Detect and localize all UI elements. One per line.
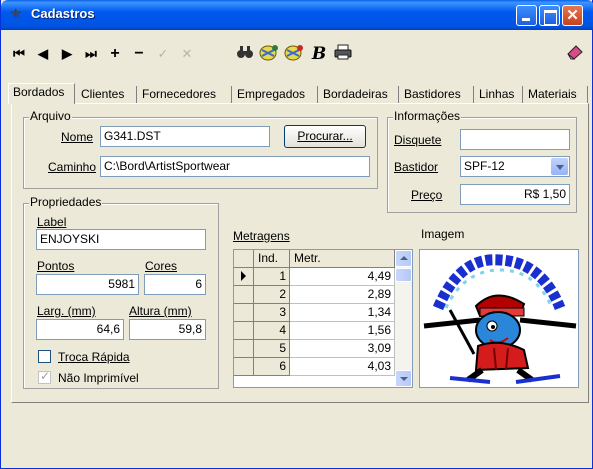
nome-field[interactable]: G341.DST (100, 126, 270, 147)
confirm-icon[interactable]: ✓ (153, 44, 173, 64)
table-row-ind[interactable]: 5 (254, 340, 290, 358)
close-icon: ✕ (566, 7, 579, 24)
disquete-label: Disquete (394, 133, 442, 147)
delete-icon[interactable]: − (129, 44, 149, 64)
disquete-field[interactable] (460, 129, 570, 150)
tab-materiais[interactable]: Materiais (524, 86, 588, 104)
toolbar: ⏮ ◀ ▶ ⏭ + − ✓ ✕ B (9, 44, 589, 66)
table-row-metr[interactable]: 1,34 (290, 304, 395, 322)
caminho-field[interactable]: C:\Bord\ArtistSportwear (100, 156, 370, 177)
cores-field[interactable]: 6 (144, 274, 206, 295)
tab-bordados[interactable]: Bordados (8, 83, 75, 104)
first-record-icon[interactable]: ⏮ (9, 44, 29, 64)
bastidor-combo[interactable]: SPF-12 (460, 156, 570, 177)
table-row-ind[interactable]: 4 (254, 322, 290, 340)
informacoes-legend: Informações (393, 109, 462, 123)
scroll-down-icon[interactable] (395, 370, 412, 387)
title-bar[interactable]: ⚜ Cadastros ✕ (1, 0, 593, 30)
maximize-button[interactable] (539, 5, 560, 26)
preco-field[interactable]: R$ 1,50 (460, 184, 570, 205)
row-header (234, 358, 254, 376)
window-title: Cadastros (31, 6, 95, 21)
embroidery-preview (419, 249, 579, 388)
altura-label: Altura (mm) (129, 304, 192, 318)
close-button[interactable]: ✕ (562, 5, 583, 26)
troca-rapida-label: Troca Rápida (58, 350, 130, 364)
arquivo-legend: Arquivo (29, 109, 72, 123)
eraser-icon[interactable] (565, 44, 585, 64)
tab-clientes[interactable]: Clientes (77, 86, 137, 104)
metr-header: Metr. (290, 250, 395, 268)
propriedades-legend: Propriedades (29, 195, 103, 209)
tab-fornecedores[interactable]: Fornecedores (138, 86, 232, 104)
table-row-metr[interactable]: 4,03 (290, 358, 395, 376)
table-row-metr[interactable]: 3,09 (290, 340, 395, 358)
add-icon[interactable]: + (105, 44, 125, 64)
cores-label: Cores (145, 259, 178, 273)
row-header (234, 286, 254, 304)
scroll-thumb[interactable] (395, 268, 412, 282)
troca-rapida-checkbox[interactable] (38, 350, 51, 363)
nao-imprimivel-checkbox[interactable]: ✓ (38, 369, 51, 384)
search-icon[interactable] (235, 44, 255, 64)
nome-label: Nome (61, 130, 94, 144)
table-row-ind[interactable]: 6 (254, 358, 290, 376)
chevron-down-icon[interactable] (551, 158, 568, 175)
check-icon: ✓ (40, 369, 51, 383)
bastidor-value: SPF-12 (464, 159, 505, 173)
ind-header: Ind. (254, 250, 290, 268)
grid-scrollbar[interactable] (395, 250, 412, 387)
table-row-ind[interactable]: 2 (254, 286, 290, 304)
scroll-up-icon[interactable] (395, 250, 412, 267)
caminho-label: Caminho (48, 160, 97, 174)
procurar-label: Procurar... (297, 129, 353, 143)
cancel-icon[interactable]: ✕ (177, 44, 197, 64)
tab-linhas[interactable]: Linhas (475, 86, 523, 104)
label-label: Label (37, 215, 67, 229)
bastidor-label: Bastidor (394, 160, 439, 174)
grid-corner (234, 250, 254, 268)
tab-bastidores[interactable]: Bastidores (400, 86, 474, 104)
imagem-title: Imagem (421, 227, 465, 241)
embroidery-preview-drawing (423, 254, 577, 384)
print-icon[interactable] (333, 44, 353, 64)
larg-label: Larg. (mm) (37, 304, 96, 318)
pontos-label: Pontos (37, 259, 75, 273)
minimize-button[interactable] (516, 5, 537, 26)
larg-field[interactable]: 64,6 (36, 319, 124, 340)
tab-strip: Bordados Clientes Fornecedores Empregado… (8, 83, 589, 104)
app-icon: ⚜ (9, 6, 23, 23)
row-header (234, 304, 254, 322)
current-row-indicator (234, 268, 254, 286)
table-row-ind[interactable]: 3 (254, 304, 290, 322)
preco-label: Preço (411, 188, 443, 202)
row-header (234, 322, 254, 340)
nao-imprimivel-label: Não Imprimível (58, 371, 139, 385)
pontos-field[interactable]: 5981 (36, 274, 139, 295)
next-record-icon[interactable]: ▶ (57, 44, 77, 64)
bold-icon[interactable]: B (309, 44, 329, 64)
metragens-grid[interactable]: Ind. Metr. 1 4,49 2 2,89 3 1,34 4 1,56 5… (233, 249, 413, 388)
metragens-title: Metragens (233, 229, 290, 243)
import-icon[interactable] (259, 44, 279, 64)
table-row-ind[interactable]: 1 (254, 268, 290, 286)
table-row-metr[interactable]: 2,89 (290, 286, 395, 304)
tab-bordadeiras[interactable]: Bordadeiras (319, 86, 399, 104)
export-icon[interactable] (284, 44, 304, 64)
table-row-metr[interactable]: 1,56 (290, 322, 395, 340)
tab-empregados[interactable]: Empregados (233, 86, 318, 104)
procurar-button[interactable]: Procurar... (284, 125, 366, 148)
altura-field[interactable]: 59,8 (129, 319, 206, 340)
label-field[interactable]: ENJOYSKI (36, 229, 206, 250)
cadastros-window: ⚜ Cadastros ✕ ⏮ ◀ ▶ ⏭ + − ✓ ✕ B Bordados (0, 0, 593, 469)
last-record-icon[interactable]: ⏭ (81, 44, 101, 64)
table-row-metr[interactable]: 4,49 (290, 268, 395, 286)
prev-record-icon[interactable]: ◀ (33, 44, 53, 64)
row-header (234, 340, 254, 358)
